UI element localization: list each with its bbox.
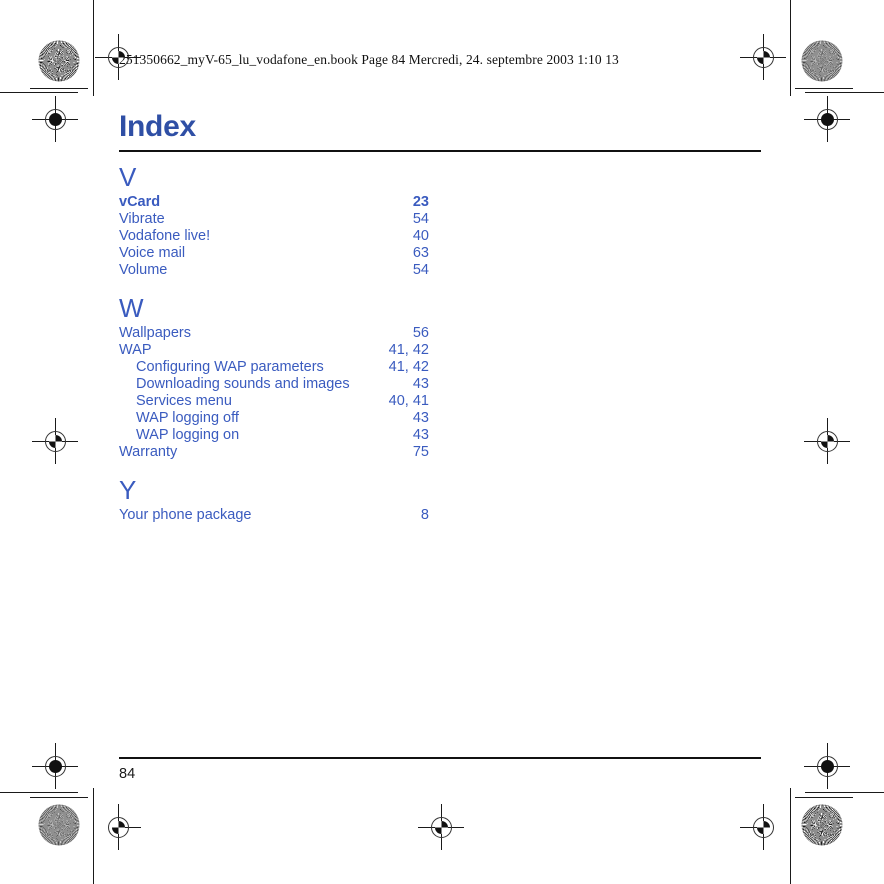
trim-line-right-2 (790, 788, 791, 884)
trim-line-bottom (0, 792, 78, 793)
index-entry-pages: 23 (412, 193, 429, 210)
index-entry-pages: 41, 42 (388, 358, 429, 375)
index-groups: VvCard 23 Vibrate 54 Vodafone live! 40 Voice m… (119, 152, 761, 524)
index-entry[interactable]: WAP logging on 43 (119, 427, 429, 444)
index-entry[interactable]: WAP 41, 42 (119, 342, 429, 359)
index-entry-term: WAP logging on (136, 426, 240, 443)
crosshair-core (111, 820, 125, 834)
index-entry-term: vCard (119, 193, 161, 210)
index-entry-pages: 40 (412, 227, 429, 244)
index-entry[interactable]: Configuring WAP parameters 41, 42 (119, 359, 429, 376)
index-letter-heading: W (119, 292, 144, 323)
crosshair-core (820, 112, 834, 126)
registration-mark-left-lower (32, 743, 78, 789)
index-entry[interactable]: Voice mail 63 (119, 245, 429, 262)
index-entry[interactable]: Volume 54 (119, 262, 429, 279)
index-entry-pages: 43 (412, 375, 429, 392)
crosshair-core (48, 112, 62, 126)
registration-mark-right-middle (804, 418, 850, 464)
index-entry-term: Warranty (119, 443, 178, 460)
registration-mark-right-lower (804, 743, 850, 789)
index-entry-term: Volume (119, 261, 168, 278)
index-entry[interactable]: Vodafone live! 40 (119, 228, 429, 245)
index-entry-pages: 63 (412, 244, 429, 261)
index-entry[interactable]: Wallpapers 56 (119, 325, 429, 342)
crosshair-core (756, 820, 770, 834)
index-group: VvCard 23 Vibrate 54 Vodafone live! 40 Voice m… (119, 152, 761, 279)
book-file-header: 251350662_myV-65_lu_vodafone_en.book Pag… (119, 52, 619, 67)
index-entry-pages: 54 (412, 261, 429, 278)
index-entry[interactable]: Downloading sounds and images 43 (119, 376, 429, 393)
crosshair-core (756, 50, 770, 64)
index-entry-term: WAP logging off (136, 409, 239, 426)
index-entry-pages: 54 (412, 210, 429, 227)
star-rule-top-left (30, 88, 88, 89)
index-entry-term: Vodafone live! (119, 227, 211, 244)
crosshair-core (820, 434, 834, 448)
crosshair-core (48, 434, 62, 448)
index-entry-term: Vibrate (119, 210, 165, 227)
index-entry[interactable]: Services menu 40, 41 (119, 393, 429, 410)
index-entry[interactable]: Your phone package 8 (119, 507, 429, 524)
index-entry-table: vCard 23 Vibrate 54 Vodafone live! 40 Voice ma… (119, 194, 429, 279)
index-entry-term: Voice mail (119, 244, 186, 261)
index-entry-term: Services menu (136, 392, 232, 409)
index-content: Index VvCard 23 Vibrate 54 Vodafone live! 40 V… (119, 110, 761, 524)
star-target-top-right (801, 40, 843, 82)
page-number: 84 (119, 766, 136, 782)
index-entry-table: Wallpapers 56 WAP 41, 42 Configuring WAP par… (119, 325, 429, 461)
index-group: Y Your phone package 8 (119, 461, 761, 524)
trim-line-left (93, 0, 94, 96)
index-entry-term: Wallpapers (119, 324, 191, 341)
registration-mark-right-upper (804, 96, 850, 142)
index-group: W Wallpapers 56 WAP 41, 42 Configuring WAP pa… (119, 279, 761, 461)
trim-line-left-2 (93, 788, 94, 884)
index-entry-pages: 40, 41 (388, 392, 429, 409)
index-entry-term: Your phone package (119, 506, 252, 523)
index-entry-pages: 43 (412, 426, 429, 443)
star-target-bottom-right (801, 804, 843, 846)
registration-mark-bottom-center (418, 804, 464, 850)
index-entry-pages: 41, 42 (388, 341, 429, 358)
trim-line-bottom-right (805, 792, 884, 793)
footer-rule (119, 757, 761, 759)
index-entry-table: Your phone package 8 (119, 507, 429, 524)
index-entry[interactable]: vCard 23 (119, 194, 429, 211)
registration-mark-top-right (740, 34, 786, 80)
trim-line-top (0, 92, 78, 93)
star-rule-top-right (795, 88, 853, 89)
index-entry-term: WAP (119, 341, 152, 358)
index-entry-pages: 43 (412, 409, 429, 426)
index-entry-pages: 75 (412, 443, 429, 460)
page-title: Index (119, 110, 196, 143)
registration-mark-left-upper (32, 96, 78, 142)
star-target-bottom-left (38, 804, 80, 846)
registration-mark-left-middle (32, 418, 78, 464)
crosshair-core (48, 759, 62, 773)
trim-line-top-right (805, 92, 884, 93)
crosshair-core (820, 759, 834, 773)
index-letter-heading: V (119, 161, 137, 192)
trim-line-right (790, 0, 791, 96)
registration-mark-bottom-left (95, 804, 141, 850)
star-rule-bottom-left (30, 797, 88, 798)
index-entry[interactable]: Warranty 75 (119, 444, 429, 461)
star-target-top-left (38, 40, 80, 82)
index-entry[interactable]: WAP logging off 43 (119, 410, 429, 427)
index-entry[interactable]: Vibrate 54 (119, 211, 429, 228)
index-entry-term: Downloading sounds and images (136, 375, 350, 392)
index-entry-term: Configuring WAP parameters (136, 358, 324, 375)
index-entry-pages: 56 (412, 324, 429, 341)
registration-mark-bottom-right (740, 804, 786, 850)
star-rule-bottom-right (795, 797, 853, 798)
index-letter-heading: Y (119, 474, 137, 505)
index-entry-pages: 8 (420, 506, 429, 523)
crosshair-core (434, 820, 448, 834)
page-sheet: 251350662_myV-65_lu_vodafone_en.book Pag… (0, 0, 884, 884)
